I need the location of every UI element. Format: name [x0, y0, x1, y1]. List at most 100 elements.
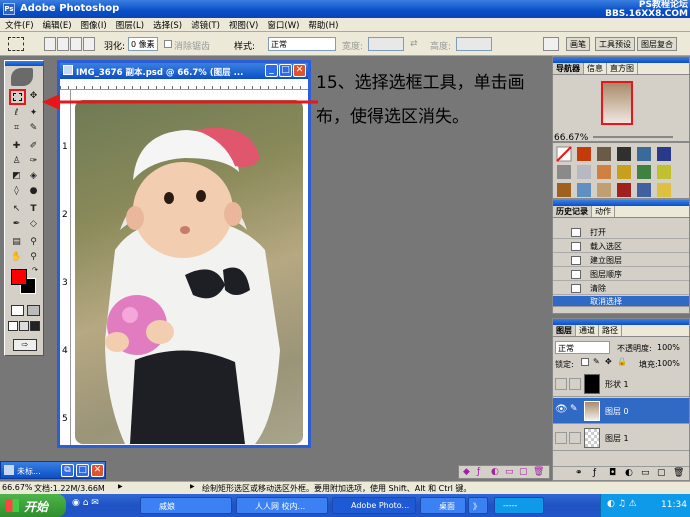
- task-button[interactable]: 威娘: [140, 497, 232, 514]
- style-icon[interactable]: ƒ: [477, 467, 480, 477]
- opacity-value[interactable]: 100%: [657, 343, 680, 352]
- tab-histogram[interactable]: 直方图: [607, 63, 638, 74]
- layer-style-icon[interactable]: ƒ: [593, 468, 596, 478]
- menu-layer[interactable]: 图层(L): [111, 18, 148, 31]
- new-icon[interactable]: ▢: [519, 467, 528, 477]
- status-zoom[interactable]: 66.67%: [2, 483, 33, 492]
- layer-mask-icon[interactable]: ◘: [609, 468, 616, 478]
- path-select-icon[interactable]: ↖: [9, 202, 24, 216]
- history-item[interactable]: 清除: [553, 282, 689, 295]
- restore-button[interactable]: ⧉: [61, 464, 74, 477]
- eye-icon[interactable]: 👁: [555, 404, 568, 415]
- delete-layer-icon[interactable]: 🗑: [673, 468, 684, 478]
- swap-colors-icon[interactable]: ↷: [32, 266, 38, 274]
- blur-tool-icon[interactable]: ◊: [9, 184, 24, 198]
- crop-tool-icon[interactable]: ⌗: [9, 121, 24, 135]
- link-layers-icon[interactable]: ⚭: [575, 468, 583, 478]
- adjustment-layer-icon[interactable]: ◐: [625, 468, 633, 478]
- tab-navigator[interactable]: 导航器: [553, 63, 584, 74]
- tab-channels[interactable]: 通道: [576, 325, 599, 336]
- width-input[interactable]: [368, 37, 404, 51]
- task-button-active[interactable]: Adobe Photo...: [332, 497, 416, 514]
- task-button[interactable]: 桌面: [420, 497, 466, 514]
- hand-tool-icon[interactable]: ✋: [9, 250, 24, 264]
- task-button[interactable]: -----: [494, 497, 544, 514]
- screen-mode-standard-icon[interactable]: [8, 321, 18, 331]
- link-toggle[interactable]: [569, 378, 581, 390]
- layer-row-selected[interactable]: 👁 ✎ 图层 0: [553, 398, 689, 424]
- close-button[interactable]: ✕: [293, 64, 306, 77]
- clock[interactable]: 11:34: [661, 500, 687, 510]
- tab-layers[interactable]: 图层: [553, 325, 576, 336]
- pen-tool-icon[interactable]: ✒: [9, 217, 24, 231]
- menu-select[interactable]: 选择(S): [148, 18, 186, 31]
- lock-all-icon[interactable]: 🔒: [617, 357, 627, 366]
- screen-mode-full-icon[interactable]: [30, 321, 40, 331]
- tab-history[interactable]: 历史记录: [553, 206, 592, 217]
- shape-tool-icon[interactable]: ◇: [26, 217, 41, 231]
- paint-bucket-icon[interactable]: ◈: [26, 169, 41, 183]
- dodge-tool-icon[interactable]: ●: [26, 184, 41, 198]
- tab-layer-comps[interactable]: 图层复合: [637, 37, 677, 51]
- history-brush-icon[interactable]: ✑: [26, 154, 41, 168]
- menu-edit[interactable]: 编辑(E): [38, 18, 76, 31]
- intersect-selection-icon[interactable]: [83, 37, 95, 51]
- style-select[interactable]: 正常: [268, 37, 336, 51]
- lock-position-icon[interactable]: ✥: [605, 357, 612, 366]
- zoom-tool-icon[interactable]: ⚲: [26, 250, 41, 264]
- file-browser-icon[interactable]: ◆: [463, 467, 470, 477]
- menu-window[interactable]: 窗口(W): [262, 18, 303, 31]
- notes-tool-icon[interactable]: ▤: [9, 235, 24, 249]
- history-item[interactable]: 建立图层: [553, 254, 689, 267]
- add-selection-icon[interactable]: [57, 37, 69, 51]
- quickmask-mode-icon[interactable]: [27, 305, 40, 316]
- menu-image[interactable]: 图像(I): [76, 18, 111, 31]
- new-group-icon[interactable]: ▭: [641, 468, 650, 478]
- history-item[interactable]: 图层顺序: [553, 268, 689, 281]
- fill-value[interactable]: 100%: [657, 359, 680, 368]
- tab-info[interactable]: 信息: [584, 63, 607, 74]
- new-layer-icon[interactable]: ▢: [657, 468, 666, 478]
- history-item-active[interactable]: 取消选择: [553, 296, 689, 306]
- antialias-checkbox[interactable]: [164, 40, 172, 48]
- marquee-preset-icon[interactable]: [8, 37, 24, 51]
- close-button[interactable]: ✕: [91, 464, 104, 477]
- jump-to-imageready-icon[interactable]: ⇨: [13, 339, 37, 351]
- task-button[interactable]: 》: [468, 497, 488, 514]
- subtract-selection-icon[interactable]: [70, 37, 82, 51]
- slice-tool-icon[interactable]: ✎: [26, 121, 41, 135]
- tab-paths[interactable]: 路径: [599, 325, 622, 336]
- status-arrow-icon[interactable]: ▶: [118, 483, 123, 490]
- history-item[interactable]: 打开: [553, 226, 689, 239]
- folder-icon[interactable]: ▭: [505, 467, 514, 477]
- task-button[interactable]: 人人网 校内...: [236, 497, 328, 514]
- clone-stamp-icon[interactable]: ♙: [9, 154, 24, 168]
- menu-view[interactable]: 视图(V): [224, 18, 262, 31]
- eraser-tool-icon[interactable]: ◩: [9, 169, 24, 183]
- standard-mode-icon[interactable]: [11, 305, 24, 316]
- history-item[interactable]: 载入选区: [553, 240, 689, 253]
- visibility-toggle[interactable]: [555, 432, 567, 444]
- canvas-photo[interactable]: [75, 100, 303, 444]
- lock-transparency-icon[interactable]: [581, 358, 589, 366]
- tray-icons[interactable]: ◐ ♫ ⚠: [607, 499, 637, 509]
- menu-file[interactable]: 文件(F): [0, 18, 38, 31]
- healing-brush-icon[interactable]: ✚: [9, 139, 24, 153]
- brush-tool-icon[interactable]: ✐: [26, 139, 41, 153]
- quick-launch-icons[interactable]: ◉ ⌂ ✉: [72, 498, 99, 508]
- feather-input[interactable]: 0 像素: [128, 37, 158, 51]
- menu-help[interactable]: 帮助(H): [303, 18, 342, 31]
- start-button[interactable]: 开始: [0, 494, 66, 517]
- height-input[interactable]: [456, 37, 492, 51]
- type-tool-icon[interactable]: T: [26, 202, 41, 216]
- visibility-toggle[interactable]: [555, 378, 567, 390]
- foreground-color-swatch[interactable]: [11, 269, 27, 285]
- palette-well-icon[interactable]: [543, 37, 559, 51]
- navigator-thumbnail[interactable]: [601, 81, 633, 125]
- lock-paint-icon[interactable]: ✎: [593, 357, 600, 366]
- tab-brushes[interactable]: 画笔: [566, 37, 590, 51]
- minimized-document[interactable]: 未标... ⧉ □ ✕: [0, 461, 106, 479]
- maximize-button[interactable]: □: [76, 464, 89, 477]
- new-selection-icon[interactable]: [44, 37, 56, 51]
- layer-row[interactable]: 形状 1: [553, 371, 689, 397]
